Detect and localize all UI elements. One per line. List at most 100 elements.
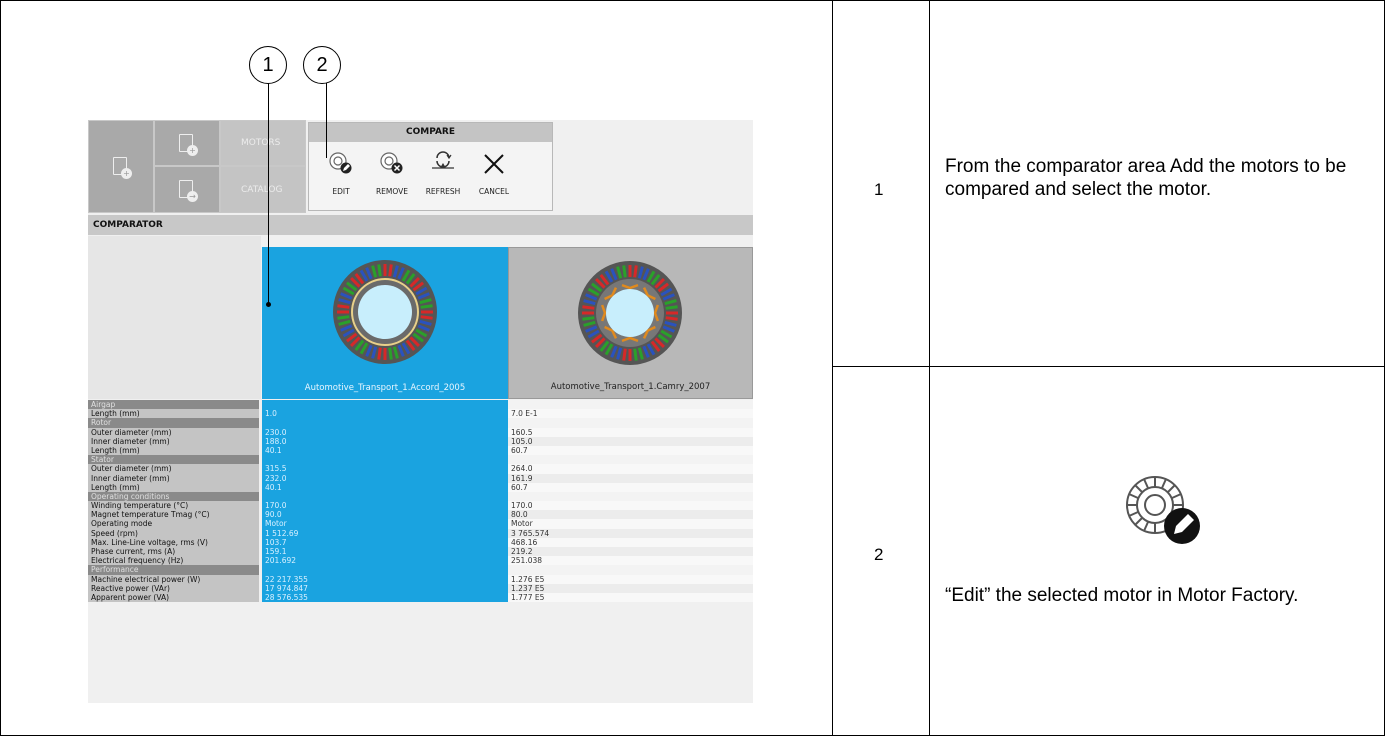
row-value: 28 576.535 [262, 592, 508, 603]
callout-2: 2 [303, 46, 341, 84]
row-label: Outer diameter (mm) [88, 427, 259, 437]
row-value: 3 765.574 [508, 528, 753, 538]
comparison-grid: Airgap Length (mm) 1.0 7.0 E-1 Rotor Outer di… [88, 400, 753, 603]
callout-leader [268, 82, 269, 304]
row-value: 80.0 [508, 510, 753, 520]
row-value [262, 418, 508, 428]
row-value: 468.16 [508, 537, 753, 547]
row-label: Rotor [88, 418, 259, 428]
row-label: Operating mode [88, 519, 259, 529]
row-value: 1 512.69 [262, 528, 508, 538]
row-label: Inner diameter (mm) [88, 436, 259, 446]
row-label: Length (mm) [88, 409, 259, 419]
catalog-tab[interactable]: CATALOG [220, 166, 306, 213]
row-label: Length (mm) [88, 482, 259, 492]
row-value [508, 455, 753, 465]
row-label: Length (mm) [88, 445, 259, 456]
compare-title: COMPARE [309, 123, 552, 142]
compare-group: COMPARE EDIT REMOVE REFRESH CANCEL [308, 122, 553, 211]
motor-name: Automotive_Transport_1.Accord_2005 [304, 383, 466, 393]
table-row: Length (mm) 40.1 60.7 [88, 445, 753, 456]
row-label: Max. Line-Line voltage, rms (V) [88, 537, 259, 548]
table-row: Phase current, rms (A) 159.1 219.2 [88, 547, 753, 557]
motor-card-selected[interactable]: Automotive_Transport_1.Accord_2005 [262, 247, 508, 399]
table-row: Inner diameter (mm) 188.0 105.0 [88, 436, 753, 446]
row-value: 105.0 [508, 436, 753, 446]
row-value [508, 491, 753, 502]
motor-name: Automotive_Transport_1.Camry_2007 [550, 382, 711, 392]
section-row: Performance [88, 565, 753, 575]
step-number: 2 [874, 545, 884, 564]
table-row: Electrical frequency (Hz) 201.692 251.038 [88, 556, 753, 566]
row-value: 219.2 [508, 547, 753, 557]
row-value [262, 455, 508, 465]
row-label: Stator [88, 455, 259, 465]
row-value: 40.1 [262, 445, 508, 456]
section-row: Airgap [88, 400, 753, 410]
row-value [262, 400, 508, 410]
row-value: 1.777 E5 [508, 592, 753, 603]
table-row: Reactive power (VAr) 17 974.847 1.237 E5 [88, 583, 753, 593]
row-value: 315.5 [262, 464, 508, 474]
table-row: Outer diameter (mm) 230.0 160.5 [88, 427, 753, 437]
row-value: 60.7 [508, 445, 753, 456]
catalog-motor-tile[interactable]: → [154, 166, 220, 213]
callout-anchor [266, 302, 271, 307]
row-label: Phase current, rms (A) [88, 547, 259, 557]
add-motor-tile[interactable]: + [154, 120, 220, 166]
refresh-label: REFRESH [425, 187, 461, 196]
motors-tile-main[interactable]: + [88, 120, 154, 213]
row-value [508, 418, 753, 428]
row-label: Apparent power (VA) [88, 592, 259, 603]
row-value: 170.0 [262, 501, 508, 511]
table-row: Max. Line-Line voltage, rms (V) 103.7 468.… [88, 537, 753, 548]
row-label: Magnet temperature Tmag (°C) [88, 510, 259, 520]
row-label: Machine electrical power (W) [88, 574, 259, 584]
row-label: Winding temperature (°C) [88, 501, 259, 511]
table-row: Machine electrical power (W) 22 217.355 1.… [88, 574, 753, 584]
row-value: 161.9 [508, 473, 753, 483]
step-description: From the comparator area Add the motors … [945, 156, 1347, 200]
row-label: Performance [88, 565, 259, 575]
row-label: Reactive power (VAr) [88, 583, 259, 593]
cancel-label: CANCEL [478, 187, 510, 196]
row-label: Electrical frequency (Hz) [88, 556, 259, 566]
motor-edit-icon [1126, 476, 1200, 544]
row-value: 251.038 [508, 556, 753, 566]
table-row: Length (mm) 1.0 7.0 E-1 [88, 409, 753, 419]
row-value: 160.5 [508, 427, 753, 437]
row-value: 7.0 E-1 [508, 409, 753, 419]
row-value: 1.276 E5 [508, 574, 753, 584]
table-divider [832, 366, 1385, 367]
step-number: 1 [874, 180, 884, 199]
open-document-icon: → [179, 180, 198, 202]
remove-label: REMOVE [375, 187, 409, 196]
section-row: Rotor [88, 418, 753, 428]
motor-cross-section-image [578, 261, 682, 365]
callout-leader [326, 82, 327, 158]
row-label: Inner diameter (mm) [88, 473, 259, 483]
row-label: Outer diameter (mm) [88, 464, 259, 474]
row-value: 201.692 [262, 556, 508, 566]
comparator-label-spacer [88, 236, 261, 399]
table-row: Inner diameter (mm) 232.0 161.9 [88, 473, 753, 483]
catalog-label: CATALOG [241, 185, 283, 195]
row-value: 1.237 E5 [508, 583, 753, 593]
row-value [508, 400, 753, 410]
row-value: 60.7 [508, 482, 753, 492]
table-row: Magnet temperature Tmag (°C) 90.0 80.0 [88, 510, 753, 520]
table-row: Outer diameter (mm) 315.5 264.0 [88, 464, 753, 474]
motors-tab[interactable]: MOTORS [220, 120, 306, 166]
row-value: 40.1 [262, 482, 508, 492]
motor-cross-section-image [333, 260, 437, 364]
motor-remove-icon [380, 152, 403, 174]
row-value: 230.0 [262, 427, 508, 437]
row-value [262, 565, 508, 575]
row-value: 159.1 [262, 547, 508, 557]
table-row: Speed (rpm) 1 512.69 3 765.574 [88, 528, 753, 538]
motors-label: MOTORS [241, 138, 281, 148]
row-value: Motor [262, 519, 508, 529]
row-value: Motor [508, 519, 753, 529]
motor-card[interactable]: Automotive_Transport_1.Camry_2007 [508, 247, 753, 399]
row-value: 103.7 [262, 537, 508, 547]
